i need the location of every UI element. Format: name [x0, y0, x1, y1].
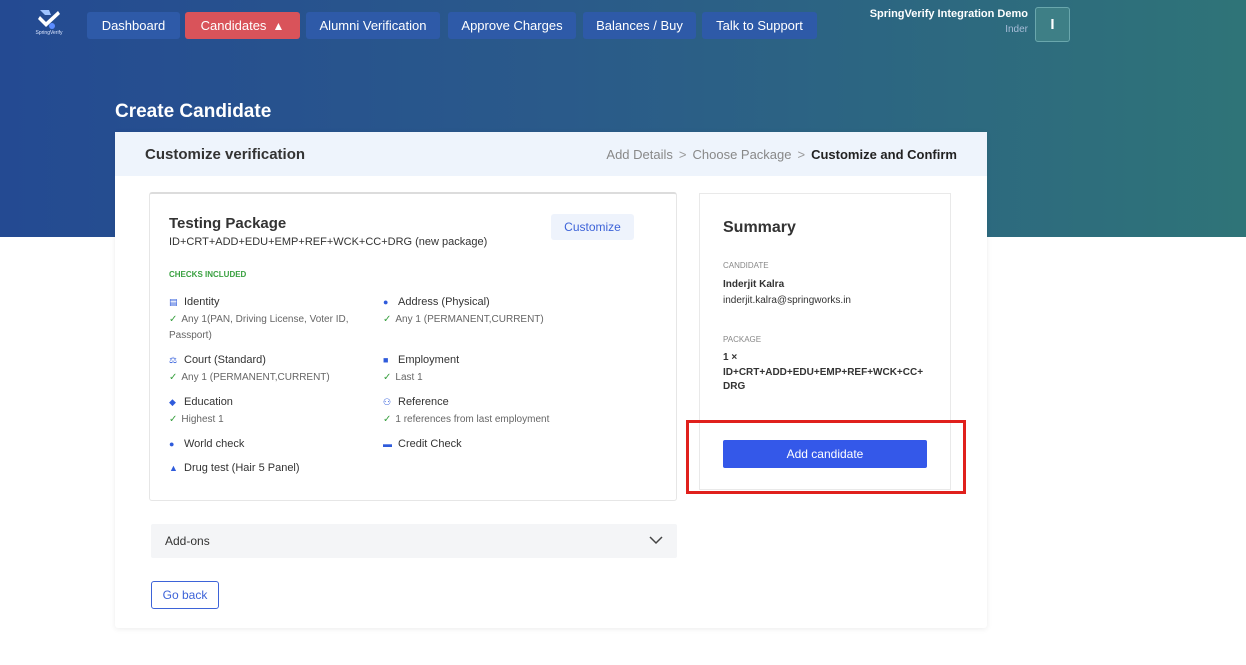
chevron-down-icon [649, 533, 663, 548]
nav-talk-to-support[interactable]: Talk to Support [702, 12, 817, 39]
breadcrumb-add-details: Add Details [606, 147, 673, 162]
check-name: Reference [398, 396, 449, 408]
check-credit-check: ▬ Credit Check [383, 438, 593, 450]
package-code: ID+CRT+ADD+EDU+EMP+REF+WCK+CC+DRG (new p… [169, 236, 488, 248]
user-info[interactable]: SpringVerify Integration Demo Inder [870, 8, 1028, 35]
nav-dashboard-label: Dashboard [101, 18, 166, 33]
check-court: ⚖ Court (Standard) ✓ Any 1 (PERMANENT,CURR… [169, 354, 379, 386]
org-name: SpringVerify Integration Demo [869, 8, 1028, 20]
nav-dashboard[interactable]: Dashboard [87, 12, 180, 39]
candidate-email: inderjit.kalra@springworks.in [723, 295, 851, 306]
summary-package-code: ID+CRT+ADD+EDU+EMP+REF+WCK+CC+DRG [723, 367, 924, 392]
briefcase-icon: ■ [383, 355, 389, 365]
page-title: Create Candidate [115, 101, 272, 122]
check-desc: Any 1 (PERMANENT,CURRENT) [181, 372, 330, 383]
candidate-name: Inderjit Kalra [723, 279, 785, 290]
nav-candidates[interactable]: Candidates ▲ [185, 12, 300, 39]
graduation-cap-icon: ◆ [169, 397, 176, 407]
addons-label: Add-ons [165, 534, 210, 548]
nav-candidates-label: Candidates [200, 18, 267, 33]
check-desc: Any 1(PAN, Driving License, Voter ID, Pa… [169, 314, 349, 341]
nav-alumni-label: Alumni Verification [319, 18, 427, 33]
check-desc: Last 1 [395, 372, 423, 383]
warning-icon: ▲ [272, 19, 285, 33]
springverify-logo[interactable]: SpringVerify [30, 8, 68, 42]
check-reference: ⚇ Reference ✓ 1 references from last emplo… [383, 396, 663, 428]
check-desc: Any 1 (PERMANENT,CURRENT) [395, 314, 544, 325]
logo-text: SpringVerify [35, 30, 63, 36]
check-education: ◆ Education ✓ Highest 1 [169, 396, 379, 428]
check-name: Employment [398, 354, 460, 366]
avatar[interactable]: I [1035, 7, 1070, 42]
breadcrumb: Add Details > Choose Package > Customize and… [606, 147, 957, 162]
check-name: Education [184, 396, 233, 408]
package-label: PACKAGE [723, 335, 762, 344]
checks-included-label: CHECKS INCLUDED [169, 270, 247, 279]
check-desc: Highest 1 [181, 414, 224, 425]
package-name: Testing Package [169, 215, 287, 232]
nav-approve-charges[interactable]: Approve Charges [448, 12, 576, 39]
nav-balances-label: Balances / Buy [596, 18, 683, 33]
nav-alumni-verification[interactable]: Alumni Verification [306, 12, 440, 39]
check-address: ● Address (Physical) ✓ Any 1 (PERMANENT,CU… [383, 296, 643, 328]
check-name: Drug test (Hair 5 Panel) [184, 462, 300, 474]
breadcrumb-separator: > [797, 147, 806, 162]
people-icon: ⚇ [383, 397, 392, 407]
id-card-icon: ▤ [169, 297, 178, 307]
package-panel: Testing Package ID+CRT+ADD+EDU+EMP+REF+W… [149, 192, 677, 501]
check-desc: 1 references from last employment [395, 414, 550, 425]
candidate-label: CANDIDATE [723, 261, 769, 270]
check-name: Identity [184, 296, 220, 308]
breadcrumb-separator: > [678, 147, 687, 162]
check-mark-icon: ✓ [169, 314, 178, 325]
location-pin-icon: ● [383, 297, 389, 307]
globe-icon: ● [169, 439, 175, 449]
credit-card-icon: ▬ [383, 439, 392, 449]
check-mark-icon: ✓ [169, 372, 178, 383]
nav-approve-label: Approve Charges [461, 18, 563, 33]
check-name: Court (Standard) [184, 354, 266, 366]
check-employment: ■ Employment ✓ Last 1 [383, 354, 593, 386]
check-world-check: ● World check [169, 438, 379, 450]
breadcrumb-customize-confirm: Customize and Confirm [811, 147, 957, 162]
card-title: Customize verification [145, 146, 306, 163]
check-mark-icon: ✓ [383, 414, 392, 425]
summary-title: Summary [723, 219, 796, 236]
flask-icon: ▲ [169, 463, 178, 473]
addons-accordion[interactable]: Add-ons [151, 524, 677, 558]
top-navigation: SpringVerify Dashboard Candidates ▲ Alumn… [0, 0, 1246, 48]
nav-balances-buy[interactable]: Balances / Buy [583, 12, 696, 39]
check-mark-icon: ✓ [383, 314, 392, 325]
check-name: Credit Check [398, 438, 462, 450]
check-identity: ▤ Identity ✓ Any 1(PAN, Driving License, V… [169, 296, 379, 344]
user-name: Inder [1005, 24, 1028, 35]
nav-support-label: Talk to Support [716, 18, 803, 33]
customize-button[interactable]: Customize [551, 214, 634, 240]
package-quantity: 1 × [723, 352, 738, 363]
check-name: World check [184, 438, 245, 450]
check-mark-icon: ✓ [383, 372, 392, 383]
highlight-box [686, 420, 966, 494]
breadcrumb-choose-package: Choose Package [692, 147, 792, 162]
check-name: Address (Physical) [398, 296, 490, 308]
card-header: Customize verification Add Details > Choos… [115, 132, 987, 176]
go-back-button[interactable]: Go back [151, 581, 219, 609]
create-candidate-card: Customize verification Add Details > Choos… [115, 132, 987, 628]
check-mark-icon: ✓ [169, 414, 178, 425]
gavel-icon: ⚖ [169, 355, 178, 365]
check-drug-test: ▲ Drug test (Hair 5 Panel) [169, 462, 379, 474]
